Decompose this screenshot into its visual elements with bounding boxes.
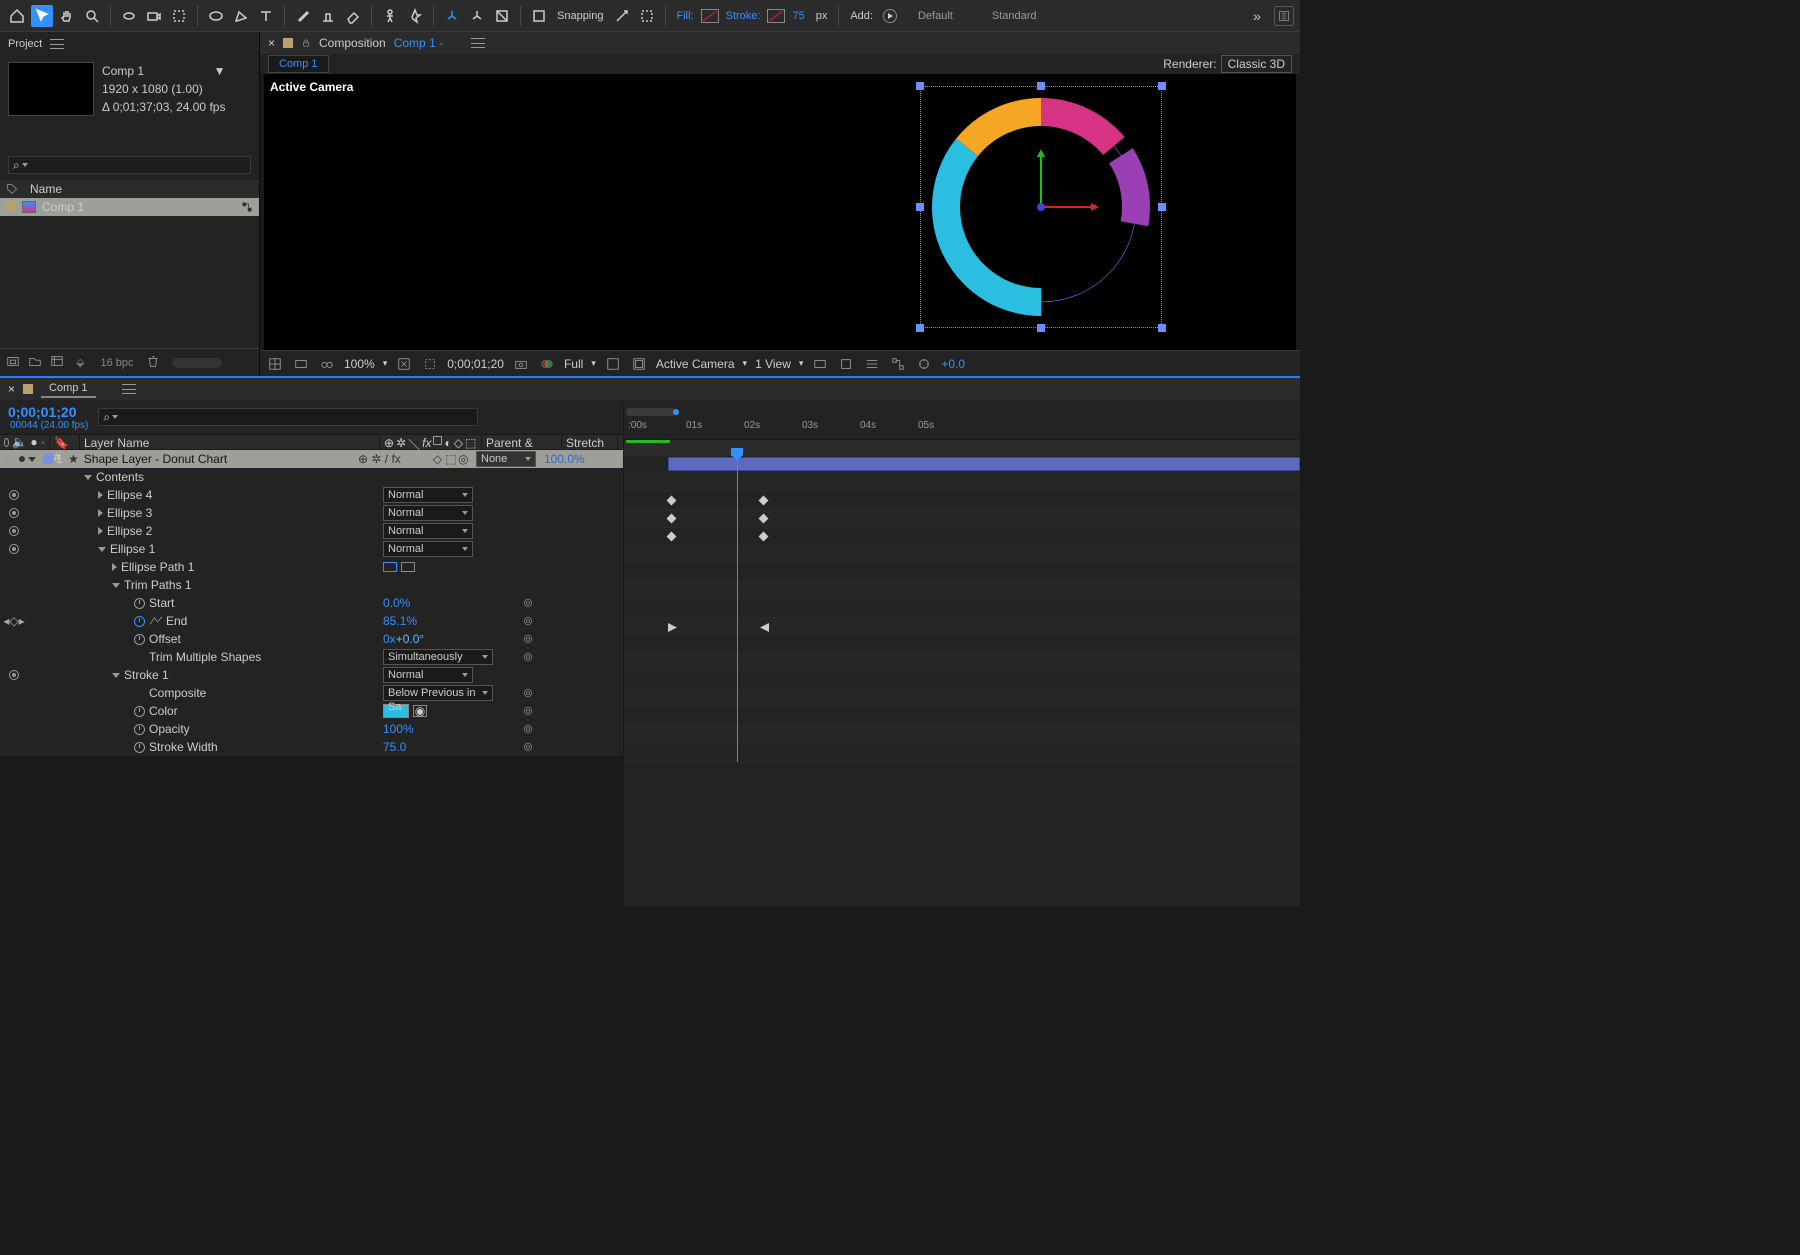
puppet-tool[interactable]	[379, 5, 401, 27]
timeline-tab[interactable]: Comp 1	[41, 380, 96, 398]
bpc-label[interactable]: 16 bpc	[100, 357, 133, 369]
lock-icon	[301, 38, 311, 48]
tag-icon	[6, 183, 18, 195]
home-icon[interactable]	[6, 5, 28, 27]
parent-dropdown[interactable]: None	[476, 451, 536, 467]
timeline-menu-icon[interactable]	[122, 384, 136, 394]
viewport-camera-label: Active Camera	[270, 80, 353, 94]
renderer-label: Renderer:	[1163, 57, 1216, 71]
timeline-tracks[interactable]: :00s 01s 02s 03s 04s 05s	[623, 406, 1300, 907]
zoom-level[interactable]: 100%	[344, 357, 375, 371]
workspace-standard[interactable]: Standard	[992, 10, 1037, 22]
project-col-head: Name	[0, 180, 259, 198]
new-folder-icon[interactable]	[28, 354, 42, 371]
exposure-value[interactable]: +0.0	[941, 357, 965, 371]
timeline-search[interactable]: ⌕	[98, 408, 478, 426]
prefs-icon[interactable]	[1274, 6, 1294, 26]
project-search[interactable]: ⌕	[8, 156, 251, 174]
timecode-sub: 00044 (24.00 fps)	[10, 420, 88, 431]
selection-tool[interactable]	[31, 5, 53, 27]
snap-box-icon[interactable]	[528, 5, 550, 27]
stroke-px[interactable]: 75	[792, 10, 804, 22]
new-comp-icon[interactable]	[50, 354, 64, 371]
zoom-tool[interactable]	[81, 5, 103, 27]
orbit-tool[interactable]	[118, 5, 140, 27]
clone-tool[interactable]	[317, 5, 339, 27]
y-axis-gizmo[interactable]	[1040, 152, 1042, 207]
eraser-tool[interactable]	[342, 5, 364, 27]
breadcrumb-link[interactable]: Comp 1 -	[394, 36, 443, 50]
stroke-swatch[interactable]	[767, 9, 785, 23]
axis-view-icon[interactable]	[491, 5, 513, 27]
close-tab-icon[interactable]: ×	[268, 36, 275, 50]
axis-local-icon[interactable]	[441, 5, 463, 27]
breadcrumb: Composition	[319, 36, 386, 50]
stroke-px-unit: px	[816, 10, 828, 22]
guides-icon[interactable]	[604, 355, 622, 373]
exposure-reset-icon[interactable]	[915, 355, 933, 373]
safezone-icon[interactable]	[630, 355, 648, 373]
px-aspect-icon[interactable]	[811, 355, 829, 373]
composition-panel: × Composition Comp 1 - Comp 1 Renderer: C…	[260, 32, 1300, 376]
views-dropdown[interactable]: 1 View	[755, 357, 791, 371]
timecode[interactable]: 0;00;01;20	[8, 404, 88, 420]
toggle-mask-icon[interactable]	[292, 355, 310, 373]
snapshot-icon[interactable]	[512, 355, 530, 373]
snap-edge-icon[interactable]	[611, 5, 633, 27]
main-toolbar: Snapping Fill: Stroke: 75 px Add: Defaul…	[0, 0, 1300, 32]
viewport-footer: 100%▾ 0;00;01;20 Full▾ Active Camera▾ 1 …	[260, 350, 1300, 376]
comp-menu-icon[interactable]	[471, 38, 485, 48]
grid-icon[interactable]	[266, 355, 284, 373]
comp-tab[interactable]: Comp 1	[268, 55, 329, 73]
pen-tool[interactable]	[230, 5, 252, 27]
project-title: Project	[8, 38, 42, 50]
workspace-default[interactable]: Default	[918, 10, 953, 22]
viewport-time[interactable]: 0;00;01;20	[447, 357, 504, 371]
flowchart-icon[interactable]	[889, 355, 907, 373]
snap-bounds-icon[interactable]	[636, 5, 658, 27]
axis-world-icon[interactable]	[466, 5, 488, 27]
project-panel: Project Comp 1 ▼ 1920 x 1080 (1.00) Δ 0;…	[0, 32, 260, 376]
flowchart-icon	[241, 201, 253, 213]
snapping-label[interactable]: Snapping	[557, 10, 604, 22]
pan-behind-tool[interactable]	[168, 5, 190, 27]
project-item-comp1[interactable]: Comp 1	[0, 198, 259, 216]
z-axis-gizmo[interactable]	[1037, 203, 1045, 211]
add-label: Add:	[850, 10, 873, 22]
add-menu-icon[interactable]	[883, 9, 897, 23]
hand-tool[interactable]	[56, 5, 78, 27]
fill-label[interactable]: Fill:	[677, 10, 694, 22]
roi-icon[interactable]	[421, 355, 439, 373]
viewport[interactable]: Active Camera	[264, 74, 1296, 350]
trash-icon[interactable]	[146, 354, 160, 371]
ellipse-tool[interactable]	[205, 5, 227, 27]
more-tools-icon[interactable]: »	[1247, 6, 1267, 26]
channels-icon[interactable]	[538, 355, 556, 373]
close-tab-icon[interactable]: ×	[8, 382, 15, 396]
playhead[interactable]	[737, 456, 738, 762]
panel-menu-icon[interactable]	[50, 39, 64, 49]
brush-tool[interactable]	[292, 5, 314, 27]
res-auto-icon[interactable]	[395, 355, 413, 373]
camera-tool[interactable]	[143, 5, 165, 27]
text-tool[interactable]	[255, 5, 277, 27]
renderer-value[interactable]: Classic 3D	[1221, 55, 1292, 73]
camera-dropdown[interactable]: Active Camera	[656, 357, 735, 371]
fast-preview-icon[interactable]	[837, 355, 855, 373]
fill-swatch[interactable]	[701, 9, 719, 23]
project-footer: ⬙ 16 bpc	[0, 348, 259, 376]
timeline-icon[interactable]	[863, 355, 881, 373]
comp-thumbnail[interactable]	[8, 62, 94, 116]
comp-info: Comp 1 ▼ 1920 x 1080 (1.00) Δ 0;01;37;03…	[102, 62, 225, 116]
donut-chart-shape[interactable]	[926, 92, 1156, 322]
resolution-dropdown[interactable]: Full	[564, 357, 583, 371]
stroke-label[interactable]: Stroke:	[726, 10, 761, 22]
folder-frame-icon[interactable]	[6, 354, 20, 371]
glasses-icon[interactable]	[318, 355, 336, 373]
pin-tool[interactable]	[404, 5, 426, 27]
x-axis-gizmo[interactable]	[1041, 206, 1096, 208]
